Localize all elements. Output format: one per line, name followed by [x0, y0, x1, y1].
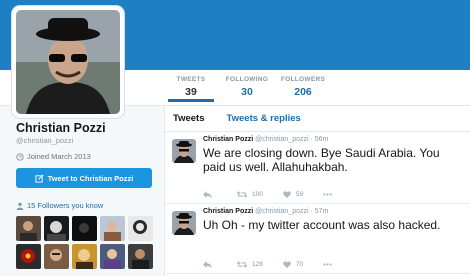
tweet-to-button[interactable]: Tweet to Christian Pozzi [16, 168, 152, 188]
follower-thumbnails [16, 216, 156, 269]
like-button[interactable]: 59 [283, 191, 303, 198]
timeline-tabs: Tweets Tweets & replies [165, 106, 470, 132]
follower-avatar[interactable] [72, 244, 97, 269]
retweet-count: 128 [252, 261, 263, 268]
tweet-text: Uh Oh - my twitter account was also hack… [203, 218, 441, 232]
stat-following[interactable]: FOLLOWING 30 [224, 74, 270, 102]
followers-you-know-label: 15 Followers you know [27, 201, 104, 210]
tweet-author-name[interactable]: Christian Pozzi [203, 136, 253, 143]
stat-tweets[interactable]: TWEETS 39 [168, 74, 214, 102]
like-count: 70 [295, 261, 304, 268]
retweet-count: 100 [252, 191, 263, 198]
joined-text: Joined March 2013 [27, 152, 91, 161]
follower-avatar[interactable] [100, 216, 125, 241]
profile-handle[interactable]: @christian_pozzi [16, 136, 156, 145]
retweet-button[interactable]: 128 [237, 261, 263, 268]
stat-label: TWEETS [176, 76, 206, 83]
stat-value: 39 [185, 86, 197, 98]
tweet-avatar[interactable] [172, 139, 196, 163]
person-icon [16, 202, 24, 210]
more-button[interactable] [323, 193, 337, 196]
follower-avatar[interactable] [100, 244, 125, 269]
follower-avatar[interactable] [16, 244, 41, 269]
profile-name[interactable]: Christian Pozzi [16, 121, 156, 135]
stat-label: FOLLOWING [225, 76, 269, 83]
follower-avatar[interactable] [44, 216, 69, 241]
like-button[interactable]: 70 [283, 261, 303, 268]
tab-tweets[interactable]: Tweets [173, 113, 205, 124]
compose-icon [35, 174, 44, 183]
calendar-icon [16, 152, 24, 161]
follower-avatar[interactable] [16, 216, 41, 241]
tweet-text: We are closing down. Bye Saudi Arabia. Y… [203, 146, 440, 174]
follower-avatar[interactable] [72, 216, 97, 241]
reply-button[interactable] [203, 191, 217, 198]
follower-avatar[interactable] [128, 244, 153, 269]
follower-avatar[interactable] [44, 244, 69, 269]
more-icon [323, 263, 332, 266]
tweet-item[interactable]: Christian Pozzi @christian_pozzi · 56m W… [165, 132, 470, 204]
tab-tweets-and-replies[interactable]: Tweets & replies [227, 113, 301, 124]
retweet-icon [237, 191, 247, 198]
timeline: Tweets Tweets & replies Christian Pozzi … [164, 106, 470, 276]
retweet-button[interactable]: 100 [237, 191, 263, 198]
stat-value: 30 [241, 86, 253, 98]
joined-date: Joined March 2013 [16, 152, 91, 161]
retweet-icon [237, 261, 247, 268]
tweet-meta: @christian_pozzi · 56m [255, 136, 329, 143]
tweet-actions: 128 70 [203, 261, 357, 268]
profile-stats: TWEETS 39 FOLLOWING 30 FOLLOWERS 206 [168, 74, 326, 102]
tweet-meta: @christian_pozzi · 57m [255, 208, 329, 215]
more-button[interactable] [323, 263, 337, 266]
tweet-author-name[interactable]: Christian Pozzi [203, 208, 253, 215]
stat-label: FOLLOWERS [280, 76, 326, 83]
reply-icon [203, 261, 212, 268]
tweet-actions: 100 59 [203, 191, 357, 198]
tweet-to-label: Tweet to Christian Pozzi [47, 173, 134, 183]
heart-icon [283, 191, 291, 198]
profile-avatar[interactable] [12, 6, 124, 118]
more-icon [323, 193, 332, 196]
like-count: 59 [295, 191, 304, 198]
stat-followers[interactable]: FOLLOWERS 206 [280, 74, 326, 102]
heart-icon [283, 261, 291, 268]
followers-you-know-link[interactable]: 15 Followers you know [16, 201, 103, 210]
tweet-avatar[interactable] [172, 211, 196, 235]
tweet-item[interactable]: Christian Pozzi @christian_pozzi · 57m U… [165, 204, 470, 274]
avatar-image [16, 10, 120, 114]
reply-button[interactable] [203, 261, 217, 268]
follower-avatar[interactable] [128, 216, 153, 241]
profile-info: Christian Pozzi @christian_pozzi [16, 121, 156, 145]
stat-value: 206 [294, 86, 312, 98]
reply-icon [203, 191, 212, 198]
